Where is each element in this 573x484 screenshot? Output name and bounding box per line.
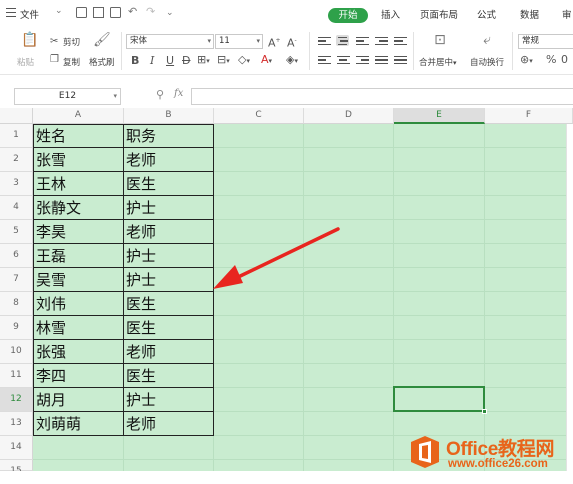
annotation-arrow — [213, 227, 340, 289]
office-logo-icon — [411, 436, 439, 468]
vertical-scrollbar[interactable] — [566, 124, 573, 484]
watermark-url: www.office26.com — [448, 458, 548, 470]
watermark: Office教程网 www.office26.com — [410, 432, 570, 476]
arrow-head — [213, 265, 243, 289]
arrow-shaft — [232, 227, 340, 281]
watermark-title: Office教程网 — [446, 439, 555, 460]
